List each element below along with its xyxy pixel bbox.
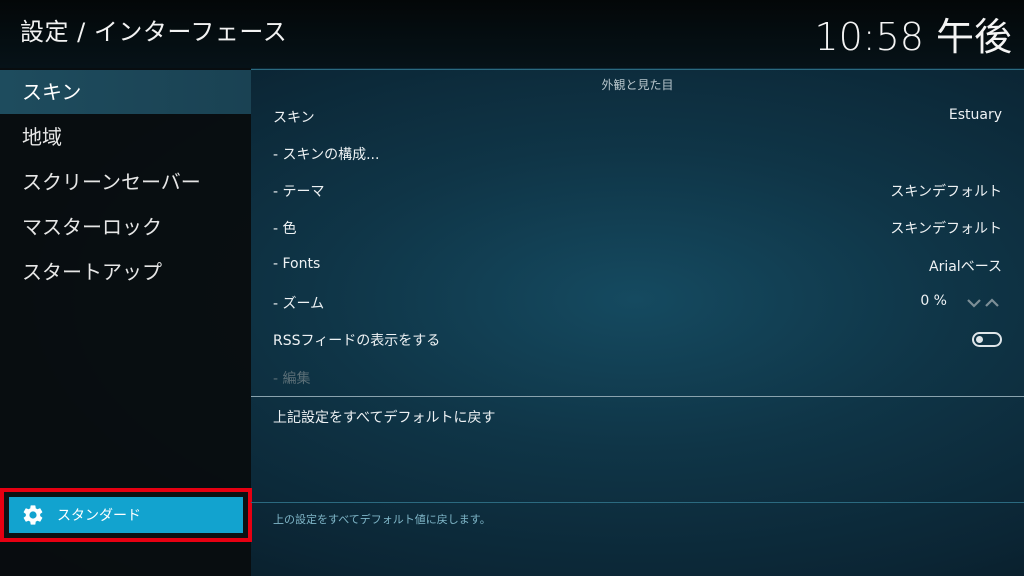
page-title: 設定 / インターフェース bbox=[20, 18, 288, 46]
setting-row-edit: - 編集 bbox=[251, 359, 1024, 396]
section-divider bbox=[251, 396, 1024, 397]
sidebar-item-startup[interactable]: スタートアップ bbox=[0, 250, 251, 294]
setting-label: - 編集 bbox=[273, 371, 311, 387]
reset-defaults-row[interactable]: 上記設定をすべてデフォルトに戻す bbox=[251, 398, 1024, 435]
reset-defaults-label: 上記設定をすべてデフォルトに戻す bbox=[273, 410, 496, 426]
setting-row-theme[interactable]: - テーマ スキンデフォルト bbox=[251, 172, 1024, 209]
zoom-spinner-icon[interactable] bbox=[966, 296, 1002, 310]
setting-value: スキンデフォルト bbox=[890, 184, 1002, 200]
setting-label: - テーマ bbox=[273, 184, 325, 200]
setting-row-zoom[interactable]: - ズーム 0 % bbox=[251, 284, 1024, 321]
settings-level-highlight: スタンダード bbox=[0, 488, 252, 542]
setting-label: スキン bbox=[273, 110, 315, 126]
help-text: 上の設定をすべてデフォルト値に戻します。 bbox=[273, 513, 491, 526]
setting-value: Estuary bbox=[948, 107, 1002, 123]
settings-level-label: スタンダード bbox=[57, 508, 141, 524]
setting-label: - 色 bbox=[273, 221, 297, 237]
sidebar-item-region[interactable]: 地域 bbox=[0, 115, 251, 159]
footer-divider bbox=[251, 502, 1024, 503]
section-title: 外観と見た目 bbox=[601, 78, 674, 92]
sidebar-item-skin[interactable]: スキン bbox=[0, 70, 251, 114]
setting-label: - Fonts bbox=[273, 256, 321, 272]
header-bar: 設定 / インターフェース 10:58 午後 bbox=[0, 0, 1024, 68]
settings-panel: 外観と見た目 スキン Estuary - スキンの構成... - テーマ スキン… bbox=[251, 68, 1024, 576]
setting-value: スキンデフォルト bbox=[890, 221, 1002, 237]
clock: 10:58 午後 bbox=[814, 15, 1012, 59]
setting-row-rss[interactable]: RSSフィードの表示をする bbox=[251, 321, 1024, 358]
setting-label: - ズーム bbox=[273, 296, 325, 312]
setting-value: Arialベース bbox=[929, 259, 1002, 275]
gear-icon bbox=[23, 505, 43, 525]
settings-level-button[interactable]: スタンダード bbox=[9, 497, 243, 533]
toggle-knob bbox=[976, 336, 983, 343]
setting-row-color[interactable]: - 色 スキンデフォルト bbox=[251, 209, 1024, 246]
sidebar-item-master-lock[interactable]: マスターロック bbox=[0, 205, 251, 249]
zoom-value: 0 % bbox=[920, 293, 947, 309]
setting-label: - スキンの構成... bbox=[273, 147, 380, 163]
rss-toggle[interactable] bbox=[972, 332, 1002, 347]
setting-row-skin-config[interactable]: - スキンの構成... bbox=[251, 135, 1024, 172]
panel-top-divider bbox=[251, 69, 1024, 70]
sidebar-item-screensaver[interactable]: スクリーンセーバー bbox=[0, 160, 251, 204]
setting-label: RSSフィードの表示をする bbox=[273, 333, 441, 349]
setting-row-skin[interactable]: スキン Estuary bbox=[251, 98, 1024, 135]
setting-row-fonts[interactable]: - Fonts Arialベース bbox=[251, 247, 1024, 284]
